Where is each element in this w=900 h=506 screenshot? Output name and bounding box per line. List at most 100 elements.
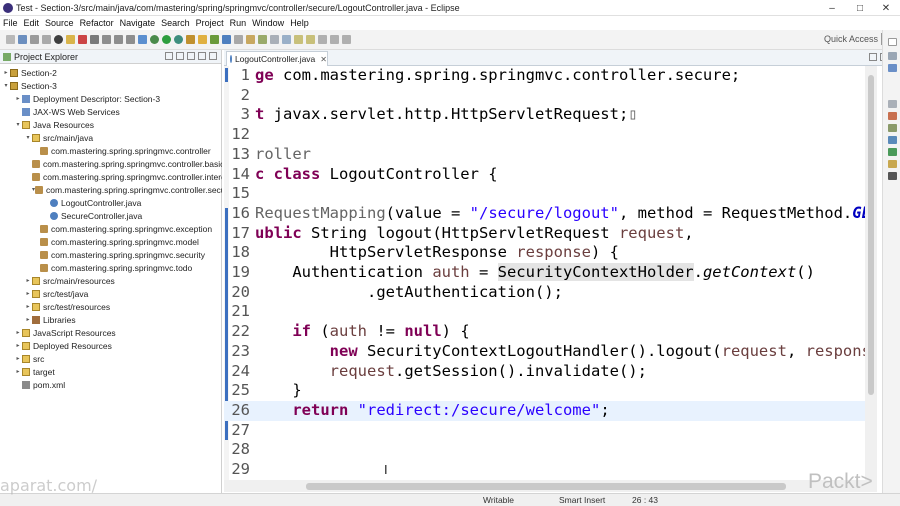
menu-edit[interactable]: Edit [21, 18, 43, 28]
menu-search[interactable]: Search [158, 18, 193, 28]
toggle-mark-icon[interactable] [257, 35, 267, 44]
code-line[interactable]: 26 return "redirect:/secure/welcome"; [224, 400, 865, 421]
external-tools-icon[interactable] [185, 35, 195, 44]
disconnect-icon[interactable] [89, 35, 99, 44]
code-line[interactable]: 24 request.getSession().invalidate(); [224, 362, 865, 382]
tree-item[interactable]: ▸ src [0, 352, 222, 365]
code-line[interactable]: 27 [224, 421, 865, 441]
view-menu-icon[interactable] [187, 52, 195, 60]
open-type-icon[interactable] [233, 35, 243, 44]
code-line[interactable]: 22 if (auth != null) { [224, 322, 865, 342]
tree-item[interactable]: LogoutController.java [0, 196, 222, 209]
tree-item[interactable]: ▸ Deployed Resources [0, 339, 222, 352]
back-icon[interactable] [329, 35, 339, 44]
tree-item[interactable]: com.mastering.spring.springmvc.controlle… [0, 157, 222, 170]
new-icon[interactable] [5, 35, 15, 44]
minimize-button[interactable]: – [818, 0, 846, 16]
collapse-all-icon[interactable] [165, 52, 173, 60]
tree-item[interactable]: ▾ Java Resources [0, 118, 222, 131]
code-line[interactable]: 16 RequestMapping(value = "/secure/logout… [224, 204, 865, 224]
vertical-scroll-thumb[interactable] [868, 75, 874, 395]
close-tab-icon[interactable]: ✕ [320, 55, 327, 64]
save-all-icon[interactable] [29, 35, 39, 44]
code-line[interactable]: 20 .getAuthentication(); [224, 283, 865, 303]
debug-icon[interactable] [149, 35, 159, 44]
maximize-view-icon[interactable] [209, 52, 217, 60]
tree-item[interactable]: ▸ Libraries [0, 313, 222, 326]
print-icon[interactable] [41, 35, 51, 44]
step-return-icon[interactable] [125, 35, 135, 44]
tree-item[interactable]: JAX-WS Web Services [0, 105, 222, 118]
tree-item[interactable]: ▸ src/test/resources [0, 300, 222, 313]
menu-window[interactable]: Window [249, 18, 287, 28]
menu-run[interactable]: Run [227, 18, 250, 28]
menu-file[interactable]: File [0, 18, 21, 28]
block-selection-icon[interactable] [269, 35, 279, 44]
next-annotation-icon[interactable] [293, 35, 303, 44]
code-line[interactable]: 29 [224, 460, 865, 480]
markers-icon[interactable] [888, 100, 897, 108]
tree-item[interactable]: ▾ Section-3 [0, 79, 222, 92]
tree-item[interactable]: ▸ src/test/java [0, 287, 222, 300]
tree-item[interactable]: pom.xml [0, 378, 222, 391]
code-line[interactable]: 14 c class LogoutController { [224, 165, 865, 185]
coverage-icon[interactable] [173, 35, 183, 44]
quick-access[interactable]: Quick Access [824, 34, 878, 44]
tree-item[interactable]: ▾ com.mastering.spring.springmvc.controll… [0, 183, 222, 196]
skip-breakpoints-icon[interactable] [53, 35, 63, 44]
menu-refactor[interactable]: Refactor [77, 18, 117, 28]
tree-item[interactable]: SecureController.java [0, 209, 222, 222]
run-icon[interactable] [161, 35, 171, 44]
snippets-icon[interactable] [888, 160, 897, 168]
tree-item[interactable]: com.mastering.spring.springmvc.exception [0, 222, 222, 235]
tree-item[interactable]: com.mastering.spring.springmvc.todo [0, 261, 222, 274]
new-package-icon[interactable] [209, 35, 219, 44]
previous-annotation-icon[interactable] [305, 35, 315, 44]
link-editor-icon[interactable] [176, 52, 184, 60]
code-line[interactable]: 17 ublic String logout(HttpServletRequest… [224, 224, 865, 244]
code-line[interactable]: 13 roller [224, 145, 865, 165]
menu-help[interactable]: Help [287, 18, 312, 28]
task-list-icon[interactable] [888, 64, 897, 72]
minimize-editor-icon[interactable] [869, 53, 877, 61]
code-line[interactable]: 18 HttpServletResponse response) { [224, 243, 865, 263]
last-edit-icon[interactable] [317, 35, 327, 44]
tree-item[interactable]: ▸ target [0, 365, 222, 378]
code-line[interactable]: 28 [224, 440, 865, 460]
code-line[interactable]: 21 [224, 302, 865, 322]
step-over-icon[interactable] [113, 35, 123, 44]
code-line[interactable]: 23 new SecurityContextLogoutHandler().lo… [224, 342, 865, 362]
code-line[interactable]: 2 [224, 86, 865, 106]
code-line[interactable]: 1 ge com.mastering.spring.springmvc.contr… [224, 66, 865, 86]
horizontal-scroll-thumb[interactable] [306, 483, 786, 490]
close-button[interactable]: ✕ [872, 0, 900, 16]
data-source-icon[interactable] [888, 148, 897, 156]
forward-icon[interactable] [341, 35, 351, 44]
menu-source[interactable]: Source [42, 18, 77, 28]
code-line[interactable]: 12 [224, 125, 865, 145]
server-icon[interactable] [137, 35, 147, 44]
code-line[interactable]: 25 } [224, 381, 865, 401]
tree-item[interactable]: com.mastering.spring.springmvc.security [0, 248, 222, 261]
new-java-project-icon[interactable] [197, 35, 207, 44]
menu-project[interactable]: Project [193, 18, 227, 28]
tree-item[interactable]: ▸ JavaScript Resources [0, 326, 222, 339]
code-line[interactable]: 19 Authentication auth = SecurityContext… [224, 263, 865, 283]
tab-logout-controller[interactable]: LogoutController.java ✕ [226, 51, 328, 66]
code-line[interactable]: 15 [224, 184, 865, 204]
tree-item[interactable]: com.mastering.spring.springmvc.controlle… [0, 170, 222, 183]
tree-item[interactable]: ▸ src/main/resources [0, 274, 222, 287]
minimize-view-icon[interactable] [198, 52, 206, 60]
servers-icon[interactable] [888, 136, 897, 144]
terminate-icon[interactable] [77, 35, 87, 44]
new-class-icon[interactable] [221, 35, 231, 44]
console-icon[interactable] [888, 172, 897, 180]
step-into-icon[interactable] [101, 35, 111, 44]
properties-icon[interactable] [888, 124, 897, 132]
tree-item[interactable]: ▾ src/main/java [0, 131, 222, 144]
tree-item[interactable]: com.mastering.spring.springmvc.controlle… [0, 144, 222, 157]
menu-navigate[interactable]: Navigate [117, 18, 159, 28]
code-line[interactable]: 3t javax.servlet.http.HttpServletRequest… [224, 105, 865, 125]
problems-icon[interactable] [888, 112, 897, 120]
save-icon[interactable] [17, 35, 27, 44]
